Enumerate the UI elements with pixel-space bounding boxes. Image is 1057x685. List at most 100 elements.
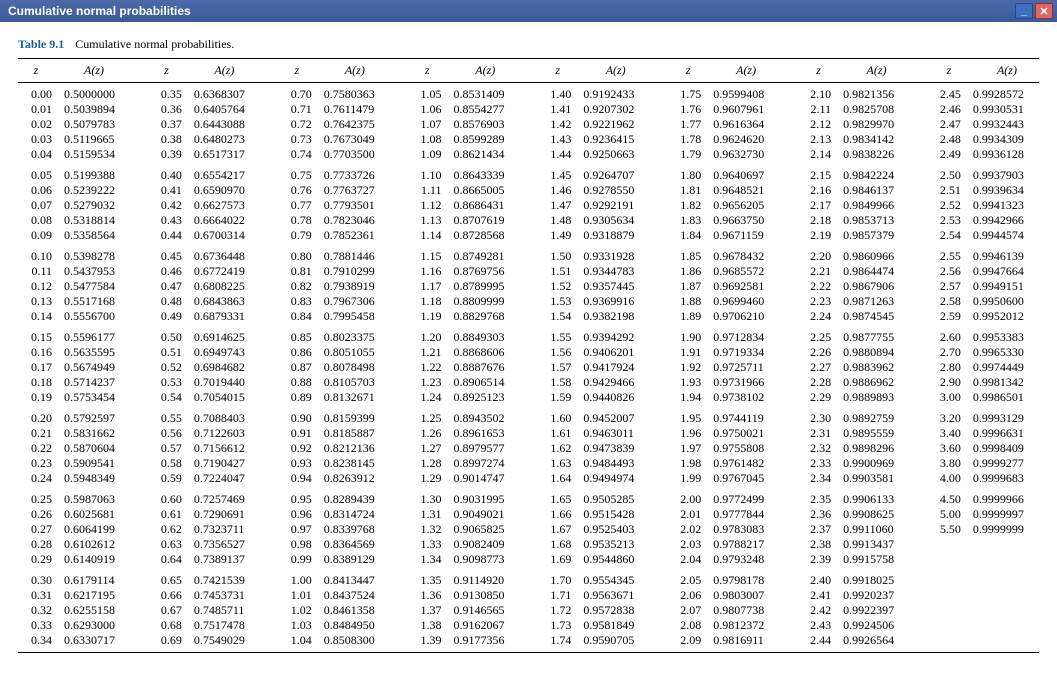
az-value: 0.9944574 <box>973 228 1037 243</box>
az-value: 0.9930531 <box>973 102 1037 117</box>
z-value: 2.50 <box>929 168 961 183</box>
az-value: 0.9525403 <box>583 522 647 537</box>
z-value: 2.13 <box>799 132 831 147</box>
az-value: 0.6025681 <box>64 507 128 522</box>
az-value: 0.9842224 <box>843 168 907 183</box>
az-value: 0.7910299 <box>324 264 388 279</box>
az-value: 0.9590705 <box>583 633 647 648</box>
az-value: 0.9942966 <box>973 213 1037 228</box>
z-value: 2.31 <box>799 426 831 441</box>
az-value: 0.9473839 <box>583 441 647 456</box>
az-value: 0.9207302 <box>583 102 647 117</box>
z-value: 1.17 <box>410 279 442 294</box>
z-value: 2.51 <box>929 183 961 198</box>
z-value: 1.48 <box>539 213 571 228</box>
az-value: 0.9331928 <box>583 249 647 264</box>
az-value: 0.9699460 <box>713 294 777 309</box>
table-column-pair: 2.102.112.122.132.142.152.162.172.182.19… <box>797 87 909 648</box>
z-value: 0.81 <box>280 264 312 279</box>
az-value: 0.5358564 <box>64 228 128 243</box>
az-value: 0.9918025 <box>843 573 907 588</box>
z-value: 0.57 <box>150 441 182 456</box>
az-value: 0.9993129 <box>973 411 1037 426</box>
z-value: 0.90 <box>280 411 312 426</box>
az-value: 0.6984682 <box>194 360 258 375</box>
z-value: 1.76 <box>669 102 701 117</box>
az-value: 0.9952012 <box>973 309 1037 324</box>
client-area: Table 9.1 Cumulative normal probabilitie… <box>0 22 1057 685</box>
z-value: 0.32 <box>20 603 52 618</box>
az-value: 0.9344783 <box>583 264 647 279</box>
z-value: 0.11 <box>20 264 52 279</box>
az-value: 0.9999683 <box>973 471 1037 486</box>
z-value: 0.34 <box>20 633 52 648</box>
z-value: 0.82 <box>280 279 312 294</box>
minimize-button[interactable]: _ <box>1015 3 1033 19</box>
az-value: 0.9895559 <box>843 426 907 441</box>
az-value: 0.9900969 <box>843 456 907 471</box>
z-value: 0.07 <box>20 198 52 213</box>
header-az-label: A(z) <box>64 63 124 78</box>
table-header-pair: zA(z) <box>148 59 256 82</box>
z-value: 0.48 <box>150 294 182 309</box>
az-value: 0.5318814 <box>64 213 128 228</box>
az-value: 0.5909541 <box>64 456 128 471</box>
az-value: 0.8728568 <box>454 228 518 243</box>
z-value: 0.37 <box>150 117 182 132</box>
az-value: 0.5714237 <box>64 375 128 390</box>
az-value: 0.9031995 <box>454 492 518 507</box>
az-value: 0.8554277 <box>454 102 518 117</box>
table-header-pair: zA(z) <box>409 59 517 82</box>
z-value: 0.35 <box>150 87 182 102</box>
z-subcolumn: 1.401.411.421.431.441.451.461.471.481.49… <box>539 87 571 648</box>
az-value: 0.8749281 <box>454 249 518 264</box>
z-value: 0.51 <box>150 345 182 360</box>
z-value: 2.44 <box>799 633 831 648</box>
az-value: 0.5437953 <box>64 264 128 279</box>
z-value: 2.38 <box>799 537 831 552</box>
z-value: 0.33 <box>20 618 52 633</box>
az-value: 0.7995458 <box>324 309 388 324</box>
az-value: 0.9903581 <box>843 471 907 486</box>
z-value: 0.41 <box>150 183 182 198</box>
az-value: 0.8389129 <box>324 552 388 567</box>
z-value: 2.16 <box>799 183 831 198</box>
az-value: 0.9192433 <box>583 87 647 102</box>
az-value: 0.9706210 <box>713 309 777 324</box>
az-value: 0.8531409 <box>454 87 518 102</box>
az-value: 0.9932443 <box>973 117 1037 132</box>
z-value: 0.73 <box>280 132 312 147</box>
close-button[interactable]: ✕ <box>1035 3 1053 19</box>
az-value: 0.8461358 <box>324 603 388 618</box>
az-value: 0.7517478 <box>194 618 258 633</box>
z-value: 2.08 <box>669 618 701 633</box>
table-column-pair: 0.350.360.370.380.390.400.410.420.430.44… <box>148 87 260 648</box>
z-value: 0.40 <box>150 168 182 183</box>
az-value: 0.9014747 <box>454 471 518 486</box>
z-value: 1.90 <box>669 330 701 345</box>
az-value: 0.9922397 <box>843 603 907 618</box>
z-value: 1.52 <box>539 279 571 294</box>
az-value: 0.9803007 <box>713 588 777 603</box>
z-value: 1.22 <box>410 360 442 375</box>
az-value: 0.6255158 <box>64 603 128 618</box>
z-value: 1.96 <box>669 426 701 441</box>
az-value: 0.7642375 <box>324 117 388 132</box>
z-value: 4.00 <box>929 471 961 486</box>
az-value: 0.9889893 <box>843 390 907 405</box>
az-value: 0.9671159 <box>713 228 777 243</box>
az-value: 0.9049021 <box>454 507 518 522</box>
az-value: 0.9949151 <box>973 279 1037 294</box>
az-value: 0.9981342 <box>973 375 1037 390</box>
z-value: 1.31 <box>410 507 442 522</box>
az-subcolumn: 0.95994080.96079610.96163640.96246200.96… <box>713 87 777 648</box>
header-az-label: A(z) <box>847 63 907 78</box>
az-value: 0.9452007 <box>583 411 647 426</box>
z-value: 1.24 <box>410 390 442 405</box>
z-value: 0.67 <box>150 603 182 618</box>
az-value: 0.9788217 <box>713 537 777 552</box>
az-value: 0.9712834 <box>713 330 777 345</box>
az-value: 0.6700314 <box>194 228 258 243</box>
z-value: 1.60 <box>539 411 571 426</box>
window-title: Cumulative normal probabilities <box>4 4 191 18</box>
